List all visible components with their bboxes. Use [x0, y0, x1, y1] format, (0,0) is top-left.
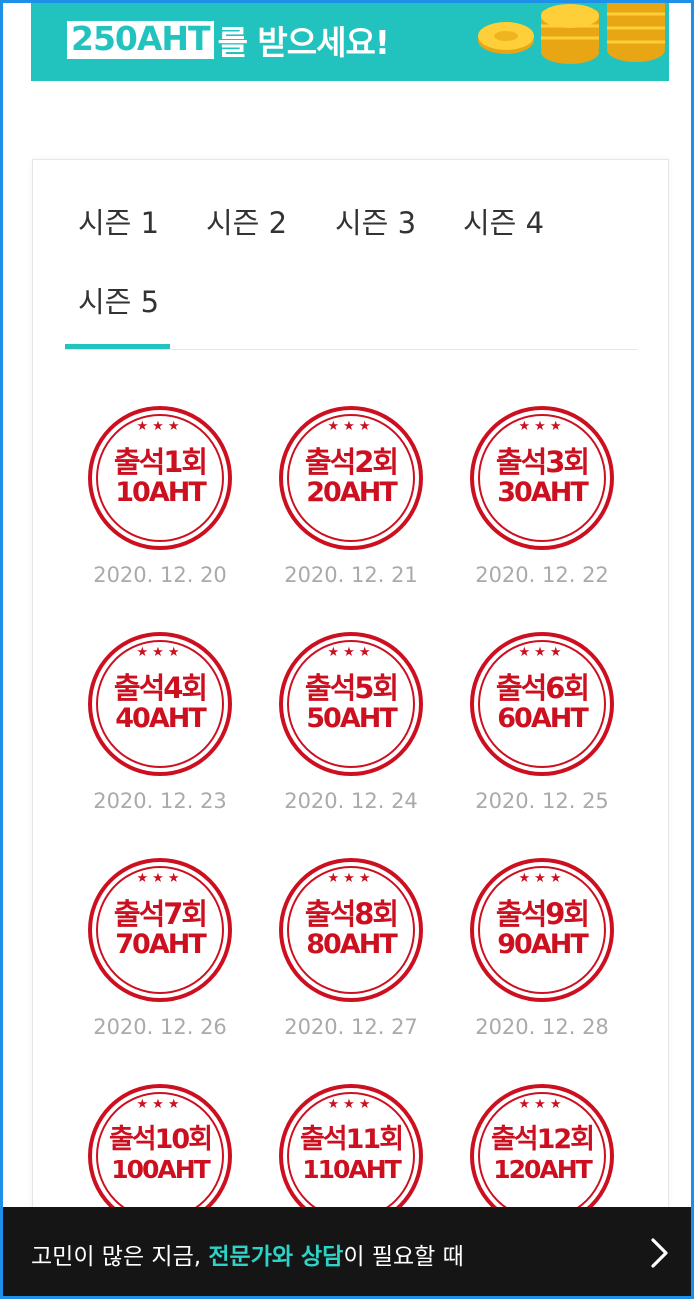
stamp-item: ★★★ 출석6회 60AHT 2020. 12. 25: [467, 629, 617, 829]
stamp-reward: 30AHT: [497, 477, 588, 508]
stamp-reward: 90AHT: [497, 929, 588, 960]
stamp-item: ★★★ 출석1회 10AHT 2020. 12. 20: [85, 403, 235, 603]
promo-banner[interactable]: 250AHT 를 받으세요!: [31, 0, 669, 81]
stamp-date: 2020. 12. 21: [284, 563, 418, 587]
attendance-card: 시즌 1 시즌 2 시즌 3 시즌 4 시즌 5 ★★★ 출석1회 10AHT 202…: [32, 159, 669, 1279]
stamp-date: 2020. 12. 20: [93, 563, 227, 587]
stamp-stars: ★★★: [327, 419, 375, 434]
tab-season-4[interactable]: 시즌 4: [463, 200, 544, 242]
stamp-title: 출석6회: [495, 671, 590, 705]
stamp-reward: 120AHT: [493, 1155, 593, 1184]
stamp-stars: ★★★: [518, 1097, 566, 1112]
stamp-title: 출석9회: [495, 897, 590, 931]
stamp-item: ★★★ 출석5회 50AHT 2020. 12. 24: [276, 629, 426, 829]
stamp-stars: ★★★: [518, 645, 566, 660]
stamp-reward: 110AHT: [302, 1155, 402, 1184]
stamp-item: ★★★ 출석3회 30AHT 2020. 12. 22: [467, 403, 617, 603]
banner-suffix: 를 받으세요!: [217, 23, 390, 62]
stamp-title: 출석2회: [304, 445, 399, 479]
stamp-reward: 50AHT: [306, 703, 397, 734]
stamp-reward: 40AHT: [115, 703, 206, 734]
stamp-item: ★★★ 출석9회 90AHT 2020. 12. 28: [467, 855, 617, 1055]
consultation-prefix: 고민이 많은 지금,: [31, 1244, 209, 1270]
stamp-title: 출석11회: [299, 1124, 404, 1155]
consultation-bar[interactable]: 고민이 많은 지금, 전문가와 상담이 필요할 때: [3, 1207, 691, 1296]
stamp-stars: ★★★: [327, 871, 375, 886]
stamp-date: 2020. 12. 23: [93, 789, 227, 813]
stamp-stars: ★★★: [327, 1097, 375, 1112]
stamp-date: 2020. 12. 25: [475, 789, 609, 813]
stamp-title: 출석8회: [304, 897, 399, 931]
stamp-date: 2020. 12. 28: [475, 1015, 609, 1039]
coins-icon: [478, 0, 665, 64]
stamp-reward: 10AHT: [115, 477, 206, 508]
stamp-item: ★★★ 출석8회 80AHT 2020. 12. 27: [276, 855, 426, 1055]
stamp-date: 2020. 12. 24: [284, 789, 418, 813]
stamp-stars: ★★★: [518, 419, 566, 434]
stamp-reward: 20AHT: [306, 477, 397, 508]
stamp-title: 출석12회: [490, 1124, 595, 1155]
stamp-stars: ★★★: [327, 645, 375, 660]
chevron-right-icon[interactable]: [645, 1237, 673, 1269]
stamp-item: ★★★ 출석7회 70AHT 2020. 12. 26: [85, 855, 235, 1055]
consultation-text: 고민이 많은 지금, 전문가와 상담이 필요할 때: [31, 1237, 464, 1271]
stamp-stars: ★★★: [136, 1097, 184, 1112]
stamp-title: 출석4회: [113, 671, 208, 705]
tab-season-3[interactable]: 시즌 3: [335, 200, 416, 242]
banner-text: 250AHT 를 받으세요!: [67, 18, 390, 62]
stamp-date: 2020. 12. 27: [284, 1015, 418, 1039]
stamp-reward: 70AHT: [115, 929, 206, 960]
stamp-stars: ★★★: [136, 871, 184, 886]
tab-season-1[interactable]: 시즌 1: [78, 200, 159, 242]
stamp-reward: 80AHT: [306, 929, 397, 960]
stamp-stars: ★★★: [518, 871, 566, 886]
stamp-date: 2020. 12. 26: [93, 1015, 227, 1039]
stamp-title: 출석7회: [113, 897, 208, 931]
stamp-title: 출석1회: [113, 445, 208, 479]
tabs-divider: [65, 349, 637, 350]
stamp-title: 출석5회: [304, 671, 399, 705]
stamp-item: ★★★ 출석4회 40AHT 2020. 12. 23: [85, 629, 235, 829]
stamp-title: 출석3회: [495, 445, 590, 479]
stamp-reward: 60AHT: [497, 703, 588, 734]
stamp-stars: ★★★: [136, 419, 184, 434]
stamp-title: 출석10회: [108, 1124, 213, 1155]
consultation-highlight: 전문가와 상담: [208, 1244, 344, 1270]
stamp-stars: ★★★: [136, 645, 184, 660]
consultation-suffix: 이 필요할 때: [343, 1244, 464, 1270]
tab-season-5[interactable]: 시즌 5: [78, 279, 159, 321]
stamp-reward: 100AHT: [111, 1155, 211, 1184]
banner-amount: 250AHT: [67, 21, 214, 59]
tab-season-2[interactable]: 시즌 2: [206, 200, 287, 242]
stamp-item: ★★★ 출석2회 20AHT 2020. 12. 21: [276, 403, 426, 603]
stamp-date: 2020. 12. 22: [475, 563, 609, 587]
